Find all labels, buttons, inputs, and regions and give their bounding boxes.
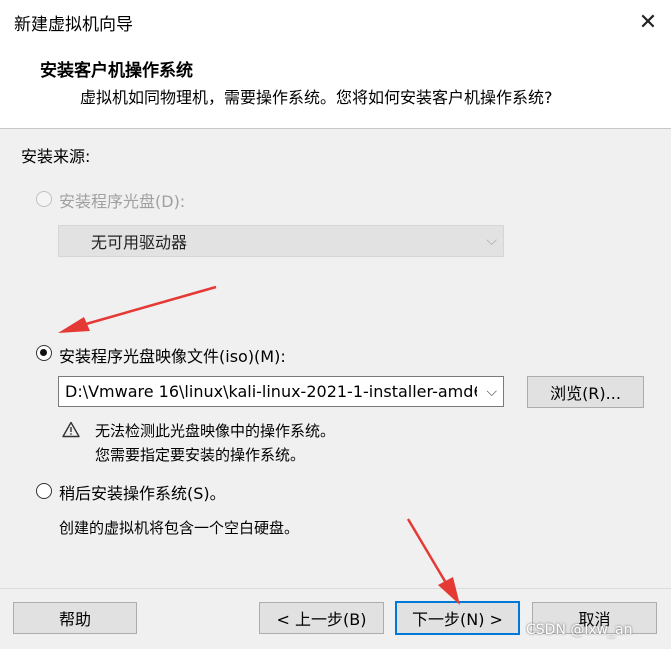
warning-line-2: 您需要指定要安装的操作系统。 (95, 446, 306, 464)
watermark: CSDN @lxw_an (526, 622, 633, 638)
install-later-label: 稍后安装操作系统(S)。 (59, 484, 226, 503)
iso-option-label: 安装程序光盘映像文件(iso)(M): (59, 347, 286, 366)
page-subtitle: 虚拟机如同物理机，需要操作系统。您将如何安装客户机操作系统? (80, 88, 553, 107)
warning-line-1: 无法检测此光盘映像中的操作系统。 (95, 422, 336, 440)
install-later-radio[interactable] (36, 483, 52, 499)
help-button[interactable]: 帮助 (13, 602, 137, 634)
iso-path-value: D:\Vmware 16\linux\kali-linux-2021-1-ins… (65, 382, 477, 401)
red-arrow-to-iso (58, 285, 217, 333)
disc-option-radio[interactable] (36, 191, 52, 207)
wizard-header: 安装客户机操作系统 虚拟机如同物理机，需要操作系统。您将如何安装客户机操作系统? (0, 44, 671, 129)
page-title: 安装客户机操作系统 (40, 61, 193, 81)
disc-drive-value: 无可用驱动器 (91, 233, 188, 252)
install-later-note: 创建的虚拟机将包含一个空白硬盘。 (59, 519, 300, 537)
disc-drive-select[interactable]: 无可用驱动器 ⌵ (58, 225, 504, 257)
browse-button[interactable]: 浏览(R)... (527, 376, 644, 408)
chevron-down-icon: ⌵ (486, 233, 497, 249)
chevron-down-icon[interactable]: ⌵ (486, 384, 497, 400)
install-source-label: 安装来源: (21, 147, 91, 166)
close-icon[interactable]: ✕ (625, 0, 671, 44)
next-button[interactable]: 下一步(N) > (395, 601, 520, 635)
warning-triangle-icon (62, 421, 80, 438)
iso-path-combo[interactable]: D:\Vmware 16\linux\kali-linux-2021-1-ins… (58, 376, 504, 407)
title-bar: 新建虚拟机向导 ✕ (0, 0, 671, 44)
red-arrow-to-next (406, 518, 460, 605)
disc-option-label: 安装程序光盘(D): (59, 192, 186, 211)
window-title: 新建虚拟机向导 (14, 15, 133, 35)
footer-divider (0, 588, 671, 589)
iso-option-radio[interactable] (36, 345, 52, 361)
back-button[interactable]: < 上一步(B) (259, 602, 384, 634)
